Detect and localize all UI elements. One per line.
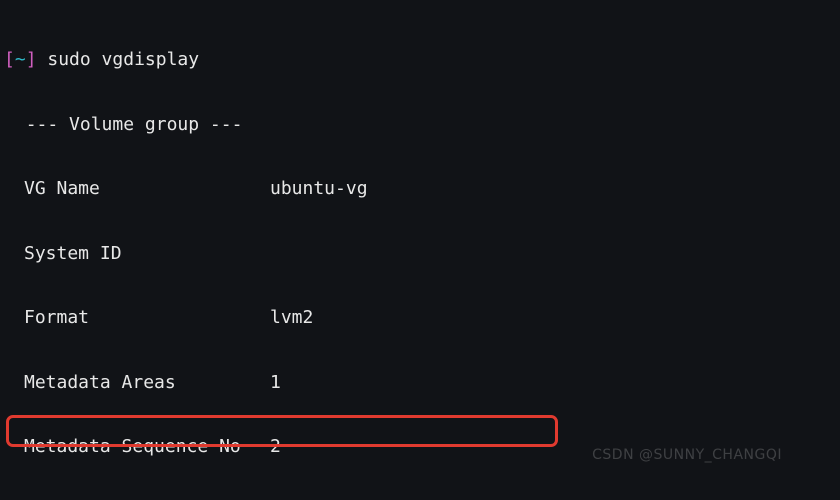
vg-label: Metadata Areas bbox=[24, 372, 270, 394]
vg-header: --- Volume group --- bbox=[4, 114, 840, 136]
vg-value: ubuntu-vg bbox=[270, 178, 368, 199]
prompt-close: ] bbox=[26, 49, 37, 70]
vg-value: lvm2 bbox=[270, 307, 313, 328]
vg-label: VG Name bbox=[24, 178, 270, 200]
vg-row: Formatlvm2 bbox=[4, 307, 840, 329]
command-text: sudo vgdisplay bbox=[37, 49, 200, 70]
prompt-open: [ bbox=[4, 49, 15, 70]
vg-row: System ID bbox=[4, 243, 840, 265]
vg-header-text: --- Volume group --- bbox=[26, 114, 243, 135]
vg-label: Metadata Sequence No bbox=[24, 436, 270, 458]
vg-row: Metadata Areas1 bbox=[4, 372, 840, 394]
vg-label: Format bbox=[24, 307, 270, 329]
terminal-output: [~] sudo vgdisplay --- Volume group --- … bbox=[0, 0, 840, 500]
prompt-cwd: ~ bbox=[15, 49, 26, 70]
watermark-text: CSDN @SUNNY_CHANGQI bbox=[592, 445, 782, 467]
vg-row: VG Nameubuntu-vg bbox=[4, 178, 840, 200]
vg-value: 1 bbox=[270, 372, 281, 393]
prompt-line: [~] sudo vgdisplay bbox=[4, 49, 840, 71]
vg-value: 2 bbox=[270, 436, 281, 457]
vg-label: System ID bbox=[24, 243, 270, 265]
